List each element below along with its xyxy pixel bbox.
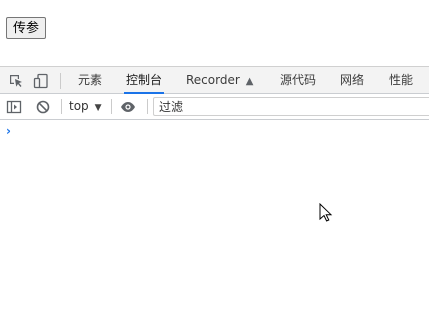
context-selector-value: top <box>69 99 89 113</box>
clear-console-icon[interactable] <box>35 99 51 115</box>
devtools-tabbar: 元素 控制台 Recorder ▲ 源代码 网络 性能 <box>0 66 429 94</box>
filter-input[interactable] <box>153 97 429 116</box>
toolbar-divider <box>61 99 62 114</box>
tab-recorder-label: Recorder <box>186 73 240 87</box>
chevron-down-icon: ▼ <box>94 103 102 113</box>
tab-sources[interactable]: 源代码 <box>280 67 316 94</box>
console-prompt-icon: › <box>6 124 11 138</box>
pass-param-button[interactable]: 传参 <box>6 17 47 39</box>
console-toolbar: top ▼ <box>0 94 429 120</box>
tab-recorder[interactable]: Recorder ▲ <box>186 67 253 94</box>
flask-icon: ▲ <box>245 76 254 87</box>
tabbar-divider <box>60 73 61 89</box>
tab-elements[interactable]: 元素 <box>78 67 102 94</box>
eye-icon[interactable] <box>120 99 136 115</box>
sidebar-toggle-icon[interactable] <box>6 99 22 115</box>
tab-network[interactable]: 网络 <box>340 67 364 94</box>
page-content: 传参 <box>0 0 429 66</box>
context-selector[interactable]: top ▼ <box>69 94 102 119</box>
tab-performance[interactable]: 性能 <box>389 67 413 94</box>
inspect-element-icon[interactable] <box>8 73 24 89</box>
toolbar-divider <box>111 99 112 114</box>
mouse-pointer-icon <box>319 203 333 222</box>
console-output[interactable]: › <box>0 120 429 311</box>
device-toolbar-icon[interactable] <box>33 73 49 89</box>
devtools-panel: 元素 控制台 Recorder ▲ 源代码 网络 性能 top ▼ 过滤 › <box>0 66 429 311</box>
tab-console[interactable]: 控制台 <box>123 67 165 94</box>
toolbar-divider <box>147 99 148 114</box>
